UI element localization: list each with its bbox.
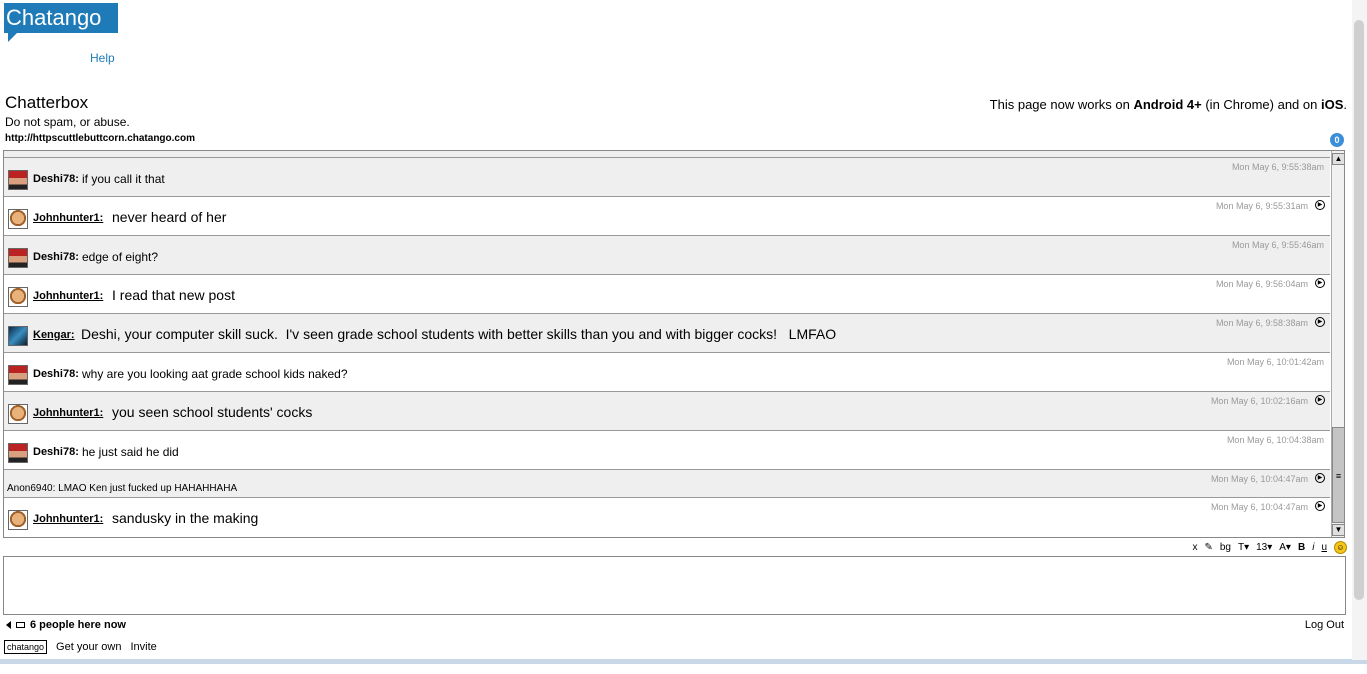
people-count[interactable]: 6 people here now xyxy=(30,619,126,631)
message-row: Deshi78: if you call it that Mon May 6, … xyxy=(4,158,1330,197)
message-row: Deshi78: he just said he did Mon May 6, … xyxy=(4,431,1330,470)
message-text: why are you looking aat grade school kid… xyxy=(82,367,348,381)
message-text: sandusky in the making xyxy=(112,510,259,526)
avatar[interactable] xyxy=(8,209,28,229)
message-text: if you call it that xyxy=(82,172,165,186)
help-link[interactable]: Help xyxy=(90,51,115,65)
message-timestamp: Mon May 6, 10:01:42am xyxy=(1226,357,1324,367)
avatar[interactable] xyxy=(8,510,28,530)
people-online[interactable]: 6 people here now xyxy=(6,619,126,631)
message-username[interactable]: Deshi78: xyxy=(33,173,79,185)
message-row: Johnhunter1: sandusky in the making Mon … xyxy=(4,498,1330,537)
underline-button[interactable]: u xyxy=(1321,542,1327,553)
message-username[interactable]: Deshi78: xyxy=(33,368,79,380)
message-timestamp: Mon May 6, 9:55:31am xyxy=(1215,201,1308,211)
chatango-logo[interactable]: Chatango xyxy=(4,3,118,33)
reply-icon[interactable]: ▶ xyxy=(1315,278,1325,288)
message-row: Johnhunter1: never heard of her Mon May … xyxy=(4,197,1330,236)
invite-link[interactable]: Invite xyxy=(130,641,156,653)
message-timestamp: Mon May 6, 9:55:46am xyxy=(1231,240,1324,250)
message-scrollbar[interactable]: ▲ ≡ ▼ xyxy=(1331,151,1344,537)
pen-icon[interactable]: ✎ xyxy=(1204,542,1212,553)
avatar[interactable] xyxy=(8,170,28,190)
page-scroll-thumb[interactable] xyxy=(1354,20,1364,600)
chat-title: Chatterbox xyxy=(5,93,89,112)
reply-icon[interactable]: ▶ xyxy=(1315,501,1325,511)
font-dropdown[interactable]: T▾ xyxy=(1238,542,1249,553)
notification-badge[interactable]: 0 xyxy=(1330,133,1344,147)
scroll-up-icon[interactable]: ▲ xyxy=(1332,153,1344,165)
avatar[interactable] xyxy=(8,365,28,385)
avatar[interactable] xyxy=(8,287,28,307)
bottom-divider xyxy=(0,659,1367,664)
message-row: Kengar: Deshi, your computer skill suck.… xyxy=(4,314,1330,353)
get-your-own-link[interactable]: Get your own xyxy=(56,641,121,653)
avatar[interactable] xyxy=(8,404,28,424)
notice-mid: (in Chrome) and on xyxy=(1201,97,1321,112)
smiley-icon[interactable]: ☺ xyxy=(1334,540,1347,554)
message-text: you seen school students' cocks xyxy=(112,404,313,420)
message-row: Anon6940: LMAO Ken just fucked up HAHAHH… xyxy=(4,470,1330,498)
chatango-mini-logo[interactable]: chatango xyxy=(4,640,48,654)
message-text: Deshi, your computer skill suck. I'v see… xyxy=(81,326,837,342)
clear-format-button[interactable]: x xyxy=(1192,542,1197,553)
avatar[interactable] xyxy=(8,248,28,268)
message-row: Deshi78: why are you looking aat grade s… xyxy=(4,353,1330,392)
message-timestamp: Mon May 6, 9:58:38am xyxy=(1215,318,1308,328)
envelope-icon[interactable] xyxy=(16,622,25,628)
notice-prefix: This page now works on xyxy=(989,97,1134,112)
notice-ios: iOS xyxy=(1320,97,1344,112)
message-row: Johnhunter1: I read that new post Mon Ma… xyxy=(4,275,1330,314)
logo-speech-tail xyxy=(8,33,17,42)
message-timestamp: Mon May 6, 9:55:38am xyxy=(1231,162,1324,172)
message-row: Deshi78: edge of eight? Mon May 6, 9:55:… xyxy=(4,236,1330,275)
footer: chatango Get your own Invite xyxy=(4,640,157,654)
message-list[interactable]: Deshi78: if you call it that Mon May 6, … xyxy=(3,150,1345,538)
message-row-partial xyxy=(4,151,1330,158)
reply-icon[interactable]: ▶ xyxy=(1315,395,1325,405)
page-scrollbar[interactable] xyxy=(1352,0,1367,660)
notice-android: Android 4+ xyxy=(1133,97,1202,112)
message-username[interactable]: Johnhunter1: xyxy=(33,290,103,302)
scroll-thumb[interactable]: ≡ xyxy=(1332,427,1344,523)
message-timestamp: Mon May 6, 10:04:38am xyxy=(1226,435,1324,445)
collapse-arrow-icon[interactable] xyxy=(6,621,11,629)
message-input[interactable] xyxy=(3,556,1346,615)
message-text: I read that new post xyxy=(112,287,235,303)
message-text: he just said he did xyxy=(82,445,179,459)
message-username[interactable]: Johnhunter1: xyxy=(33,407,103,419)
chat-url: http://httpscuttlebuttcorn.chatango.com xyxy=(5,133,195,144)
text-color-icon[interactable]: A▾ xyxy=(1279,542,1291,553)
chat-subtitle: Do not spam, or abuse. xyxy=(5,115,130,129)
message-text: edge of eight? xyxy=(82,250,159,264)
bg-button[interactable]: bg xyxy=(1220,542,1231,553)
notice-end: . xyxy=(1343,97,1347,112)
avatar[interactable] xyxy=(8,326,28,346)
message-row: Johnhunter1: you seen school students' c… xyxy=(4,392,1330,431)
message-username[interactable]: Johnhunter1: xyxy=(33,513,103,525)
font-size-dropdown[interactable]: 13▾ xyxy=(1256,542,1272,553)
message-username[interactable]: Kengar: xyxy=(33,329,75,341)
message-timestamp: Mon May 6, 10:04:47am xyxy=(1210,474,1308,484)
bold-button[interactable]: B xyxy=(1298,542,1305,553)
avatar[interactable] xyxy=(8,443,28,463)
logout-link[interactable]: Log Out xyxy=(1305,619,1344,631)
anon-message-text: Anon6940: LMAO Ken just fucked up HAHAHH… xyxy=(7,483,238,494)
scroll-down-icon[interactable]: ▼ xyxy=(1332,524,1344,536)
message-username[interactable]: Deshi78: xyxy=(33,251,79,263)
format-toolbar: x ✎ bg T▾ 13▾ A▾ B i u ☺ xyxy=(1192,540,1347,554)
message-username[interactable]: Deshi78: xyxy=(33,446,79,458)
message-text: never heard of her xyxy=(112,209,227,225)
reply-icon[interactable]: ▶ xyxy=(1315,473,1325,483)
message-timestamp: Mon May 6, 10:04:47am xyxy=(1210,502,1308,512)
message-timestamp: Mon May 6, 10:02:16am xyxy=(1210,396,1308,406)
reply-icon[interactable]: ▶ xyxy=(1315,317,1325,327)
message-timestamp: Mon May 6, 9:56:04am xyxy=(1215,279,1308,289)
platform-notice: This page now works on Android 4+ (in Ch… xyxy=(990,97,1347,112)
reply-icon[interactable]: ▶ xyxy=(1315,200,1325,210)
italic-button[interactable]: i xyxy=(1312,542,1314,553)
message-username[interactable]: Johnhunter1: xyxy=(33,212,103,224)
